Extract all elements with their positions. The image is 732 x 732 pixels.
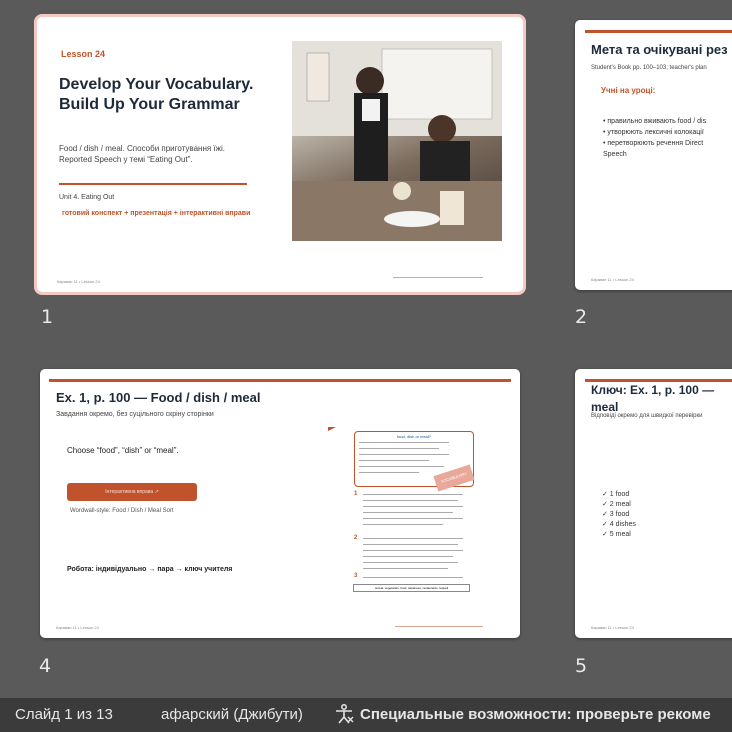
title-line-2: Build Up Your Grammar bbox=[59, 96, 240, 113]
slide-sorter-grid: Lesson 24 Develop Your Vocabulary. Build… bbox=[0, 0, 732, 698]
text-line bbox=[363, 538, 463, 539]
header-bar bbox=[49, 379, 511, 382]
slide-thumbnail-5[interactable]: Ключ: Ex. 1, p. 100 — meal Відповіді окр… bbox=[575, 369, 732, 638]
slide-number-5: 5 bbox=[575, 655, 588, 677]
list-item: • правильно вживають food / dis bbox=[603, 118, 707, 125]
slide-footer: Караван 11 • Lesson 24 bbox=[591, 277, 634, 282]
slide-footer: Караван 11 • Lesson 24 bbox=[57, 279, 100, 284]
slide-number-2: 2 bbox=[575, 306, 588, 328]
photo-illustration bbox=[292, 41, 502, 241]
text-line bbox=[359, 454, 449, 455]
answer-key-list: ✓ 1 food ✓ 2 meal ✓ 3 food ✓ 4 dishes ✓ … bbox=[602, 490, 636, 540]
list-item: ✓ 2 meal bbox=[602, 501, 631, 508]
accessibility-icon[interactable] bbox=[333, 703, 355, 725]
text-line bbox=[363, 556, 453, 557]
corner-marker bbox=[328, 427, 336, 431]
slide-thumbnail-1[interactable]: Lesson 24 Develop Your Vocabulary. Build… bbox=[34, 14, 526, 295]
textbook-excerpt: food, dish or meal? VOCABULARY LENS 1 2 bbox=[353, 431, 475, 599]
slide-subtitle: Відповіді окремо для швидкої перевірки bbox=[591, 413, 703, 419]
slide-subtitle: Food / dish / meal. Способи приготування… bbox=[59, 143, 279, 165]
text-line bbox=[363, 562, 458, 563]
footer-line bbox=[393, 277, 483, 278]
slide-title: Ключ: Ex. 1, p. 100 — meal bbox=[591, 383, 715, 414]
text-line bbox=[359, 472, 419, 473]
lesson-label: Lesson 24 bbox=[61, 49, 106, 59]
slide-title: Мета та очікувані рез bbox=[591, 42, 728, 57]
exercise-number: 1 bbox=[354, 491, 358, 497]
work-mode-label: Робота: індивідуально → пара → ключ учит… bbox=[67, 566, 233, 573]
slide-footer: Караван 11 • Lesson 24 bbox=[591, 625, 634, 630]
text-line bbox=[363, 544, 458, 545]
list-item: • перетворюють речення Direct bbox=[603, 140, 704, 147]
slide-thumbnail-2[interactable]: Мета та очікувані рез Student's Book pp.… bbox=[575, 20, 732, 290]
slide-thumbnail-4[interactable]: Ex. 1, p. 100 — Food / dish / meal Завда… bbox=[40, 369, 520, 638]
divider bbox=[59, 183, 247, 185]
wordwall-label: Wordwall-style: Food / Dish / Meal Sort bbox=[70, 508, 174, 514]
text-line bbox=[363, 494, 463, 495]
subtitle-line-1: Food / dish / meal. Способи приготування… bbox=[59, 144, 225, 153]
language-indicator[interactable]: афарский (Джибути) bbox=[161, 706, 303, 723]
vocabulary-tag: VOCABULARY LENS bbox=[433, 464, 475, 497]
text-line bbox=[359, 448, 439, 449]
list-item: ✓ 5 meal bbox=[602, 531, 631, 538]
list-item: ✓ 1 food bbox=[602, 491, 630, 498]
text-line bbox=[363, 524, 443, 525]
text-line bbox=[363, 577, 463, 578]
text-line bbox=[363, 500, 458, 501]
interactive-exercise-button[interactable]: Інтерактивна вправа ↗ bbox=[67, 483, 197, 501]
slide-footer: Караван 11 • Lesson 24 bbox=[56, 625, 99, 630]
footer-line bbox=[395, 626, 483, 627]
text-line bbox=[359, 460, 429, 461]
vocabulary-box: food, dish or meal? VOCABULARY LENS bbox=[354, 431, 475, 497]
exercise-prompt: Choose “food”, “dish” or “meal”. bbox=[67, 446, 179, 455]
slide-title: Ex. 1, p. 100 — Food / dish / meal bbox=[56, 390, 261, 405]
restaurant-photo bbox=[292, 41, 502, 241]
text-line bbox=[363, 512, 453, 513]
subtitle-line-2: Reported Speech у темі “Eating Out”. bbox=[59, 155, 193, 164]
accessibility-status[interactable]: Специальные возможности: проверьте реком… bbox=[360, 706, 711, 723]
list-item: ✓ 3 food bbox=[602, 511, 630, 518]
title-line-1: Develop Your Vocabulary. bbox=[59, 76, 254, 93]
slide-title: Develop Your Vocabulary. Build Up Your G… bbox=[59, 75, 289, 115]
slide-counter[interactable]: Слайд 1 из 13 bbox=[15, 706, 113, 723]
slide-number-1: 1 bbox=[41, 306, 54, 328]
exercise-number: 2 bbox=[354, 535, 358, 541]
unit-label: Unit 4. Eating Out bbox=[59, 194, 115, 201]
exercise-number: 3 bbox=[354, 573, 358, 579]
header-bar bbox=[585, 30, 732, 33]
extras-label: готовий конспект + презентація + інтерак… bbox=[62, 210, 251, 217]
list-item: ✓ 4 dishes bbox=[602, 521, 636, 528]
slide-number-4: 4 bbox=[39, 655, 52, 677]
status-bar: Слайд 1 из 13 афарский (Джибути) Специал… bbox=[0, 698, 732, 732]
text-line bbox=[363, 506, 463, 507]
section-heading: Учні на уроці: bbox=[601, 86, 656, 95]
list-item: • утворюють лексичні колокації bbox=[603, 129, 704, 136]
slide-subtitle: Завдання окремо, без суцільного скріну с… bbox=[56, 411, 214, 418]
text-line bbox=[363, 518, 463, 519]
text-line bbox=[359, 442, 449, 443]
objectives-list: • правильно вживають food / dis • утворю… bbox=[603, 116, 706, 160]
text-line bbox=[363, 568, 448, 569]
vocabulary-box-title: food, dish or meal? bbox=[397, 434, 432, 439]
list-item: Speech bbox=[603, 151, 627, 158]
word-box: cereal, vegetarian, food, Japanese, rest… bbox=[353, 584, 470, 592]
text-line bbox=[363, 550, 463, 551]
slide-subtitle: Student's Book pp. 100–103; teacher's pl… bbox=[591, 65, 707, 71]
text-line bbox=[359, 466, 444, 467]
